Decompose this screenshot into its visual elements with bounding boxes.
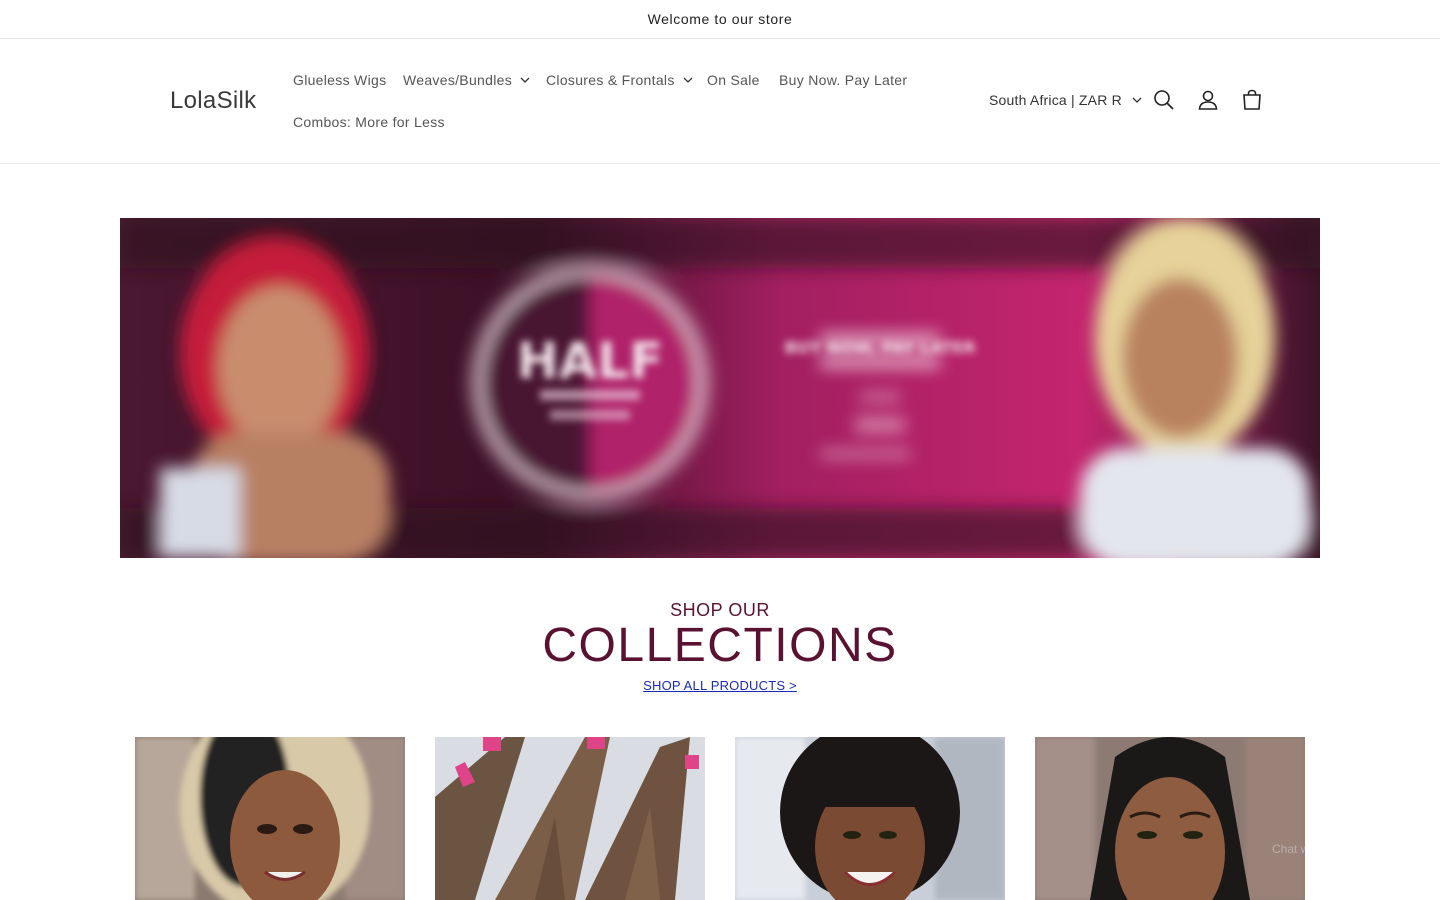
collections-title: COLLECTIONS [542,619,898,672]
nav-item-buy-now-pay-later[interactable]: Buy Now. Pay Later [779,72,907,88]
banner-headline: HALF [517,332,664,390]
collection-image [1035,737,1305,900]
chevron-down-icon [1132,95,1142,105]
announcement-bar: Welcome to our store [0,0,1440,39]
nav-label: Weaves/Bundles [403,72,513,88]
nav-item-closures-frontals[interactable]: Closures & Frontals [546,72,693,88]
store-logo[interactable]: LolaSilk [170,87,256,115]
collection-card-2[interactable] [435,737,705,900]
nav-item-combos[interactable]: Combos: More for Less [293,114,445,130]
chat-button[interactable] [1353,820,1411,878]
nav-item-glueless-wigs[interactable]: Glueless Wigs [293,72,386,88]
collection-card-4[interactable] [1035,737,1305,900]
country-label: South Africa | ZAR R [989,92,1122,108]
nav-label: On Sale [707,72,760,88]
collection-image [735,737,1005,900]
nav-label: Closures & Frontals [546,72,675,88]
hero-banner-image: HALF BUY NOW, PAY LATER [120,218,1320,558]
collection-image [435,737,705,900]
country-selector[interactable]: South Africa | ZAR R [989,92,1142,108]
site-header: LolaSilk Glueless Wigs Weaves/Bundles Cl… [0,39,1440,164]
chat-label: Chat with us [1272,842,1339,856]
chat-icon [1367,832,1397,867]
chevron-down-icon [683,75,693,85]
hero-banner[interactable]: HALF BUY NOW, PAY LATER [120,218,1320,558]
search-icon[interactable] [1152,88,1176,112]
account-icon[interactable] [1196,88,1220,112]
collection-image [135,737,405,900]
announcement-text: Welcome to our store [647,11,793,27]
chevron-down-icon [520,75,530,85]
collection-card-3[interactable] [735,737,1005,900]
shop-all-link-wrap: SHOP ALL PRODUCTS > [0,678,1440,693]
collection-card-1[interactable] [135,737,405,900]
nav-label: Glueless Wigs [293,72,387,88]
nav-label: Combos: More for Less [293,114,445,130]
shop-all-products-link[interactable]: SHOP ALL PRODUCTS > [643,678,797,693]
nav-label: Buy Now. Pay Later [779,72,908,88]
cart-icon[interactable] [1240,88,1264,112]
nav-item-weaves-bundles[interactable]: Weaves/Bundles [403,72,530,88]
banner-tagline: BUY NOW, PAY LATER [784,338,975,357]
nav-item-on-sale[interactable]: On Sale [707,72,760,88]
